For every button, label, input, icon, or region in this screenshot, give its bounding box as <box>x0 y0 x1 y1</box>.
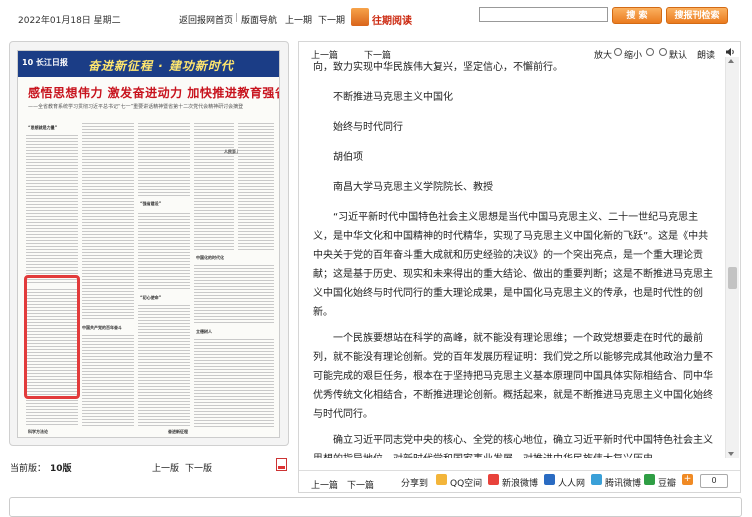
separator: | <box>235 13 239 23</box>
next-page-link[interactable]: 下一版 <box>185 461 212 474</box>
zoom-out-radio[interactable] <box>646 48 654 56</box>
block-head: 中国化的时代化 <box>196 255 224 260</box>
selected-article-highlight[interactable] <box>24 275 80 399</box>
site-search-button[interactable]: 搜报刊检索 <box>666 7 728 24</box>
article-subtitle: 不断推进马克思主义中国化 <box>333 92 453 103</box>
douban-icon[interactable] <box>644 474 655 485</box>
search-input[interactable] <box>479 7 608 22</box>
text-column[interactable] <box>138 121 190 197</box>
zoom-default-radio[interactable] <box>659 48 667 56</box>
current-page-value: 10版 <box>50 464 72 474</box>
share-tencent-weibo[interactable]: 腾讯微博 <box>605 476 641 489</box>
text-column[interactable] <box>238 121 274 251</box>
article-paragraph: 向，致力实现中华民族伟大复兴，坚定信心，不懈前行。 <box>313 62 563 73</box>
divider <box>299 470 740 471</box>
scroll-thumb[interactable] <box>728 267 737 289</box>
block-head: 科学方法论 <box>28 429 48 434</box>
share-douban[interactable]: 豆瓣 <box>658 476 676 489</box>
page-headline: 感悟思想伟力 激发奋进动力 加快推进教育强省建设 <box>28 86 279 100</box>
current-page-label: 当前版： <box>10 464 47 474</box>
pdf-icon[interactable] <box>276 458 287 471</box>
bottom-prev-article-link[interactable]: 上一篇 <box>311 478 338 491</box>
text-column[interactable] <box>194 337 274 428</box>
share-renren[interactable]: 人人网 <box>558 476 585 489</box>
qzone-icon[interactable] <box>436 474 447 485</box>
share-label: 分享到 <box>401 479 429 489</box>
block-head: “强省建设” <box>140 201 162 206</box>
text-column[interactable] <box>82 121 134 321</box>
more-share-icon[interactable]: + <box>682 474 693 485</box>
renren-icon[interactable] <box>544 474 555 485</box>
text-column[interactable] <box>82 333 134 428</box>
history-reading-link[interactable]: 往期阅读 <box>372 12 412 27</box>
share-count: 0 <box>700 474 728 488</box>
home-link[interactable]: 返回报网首页 <box>179 13 233 26</box>
article-paragraph: 确立习近平同志党中央的核心、全党的核心地位，确立习近平新时代中国特色社会主义思想… <box>313 435 713 458</box>
page-nav-link[interactable]: 版面导航 <box>241 13 277 26</box>
share-weibo[interactable]: 新浪微博 <box>502 476 538 489</box>
calendar-icon[interactable] <box>351 8 369 26</box>
block-head: 奋进新征程 <box>168 429 188 434</box>
page-subheadline: ——全省教育系统学习贯彻习近平总书记“七一”重要讲话精神暨省第十二次党代会精神研… <box>28 104 244 109</box>
current-page-indicator: 当前版： 10版 <box>10 461 72 474</box>
issue-date: 2022年01月18日 星期二 <box>18 16 121 26</box>
article-paragraph: “习近平新时代中国特色社会主义思想是当代中国马克思主义、二十一世纪马克思主义，是… <box>313 212 713 318</box>
footer <box>9 497 742 517</box>
scroll-up-icon[interactable] <box>728 59 734 63</box>
block-head: “初心使命” <box>140 295 162 300</box>
block-head: 中国共产党的百年奋斗 <box>82 325 122 330</box>
article-body: 向，致力实现中华民族伟大复兴，坚定信心，不懈前行。 不断推进马克思主义中国化 始… <box>313 58 713 458</box>
text-column[interactable] <box>138 211 190 291</box>
article-author-title: 南昌大学马克思主义学院院长、教授 <box>333 182 493 193</box>
text-column[interactable] <box>194 263 274 323</box>
share-qzone[interactable]: QQ空间 <box>450 476 482 489</box>
search-button[interactable]: 搜 索 <box>612 7 662 24</box>
prev-issue-link[interactable]: 上一期 <box>285 13 312 26</box>
article-paragraph: 一个民族要想站在科学的高峰，就不能没有理论思维；一个政党想要走在时代的最前列，就… <box>313 333 713 420</box>
zoom-in-radio[interactable] <box>614 48 622 56</box>
weibo-icon[interactable] <box>488 474 499 485</box>
block-head: “思想就是力量” <box>28 125 58 130</box>
speaker-icon[interactable] <box>725 47 735 57</box>
next-issue-link[interactable]: 下一期 <box>318 13 345 26</box>
text-column[interactable] <box>194 121 234 251</box>
scroll-down-icon[interactable] <box>728 452 734 456</box>
block-head: 立德树人 <box>196 329 212 334</box>
text-column[interactable] <box>26 133 78 283</box>
article-author: 胡伯项 <box>333 152 363 163</box>
text-column[interactable] <box>138 303 190 428</box>
tencent-weibo-icon[interactable] <box>591 474 602 485</box>
banner-title: 奋进新征程 · 建功新时代 <box>88 59 234 73</box>
page-banner: 10 长江日报 奋进新征程 · 建功新时代 <box>18 51 279 77</box>
prev-page-link[interactable]: 上一版 <box>152 461 179 474</box>
article-scrollbar[interactable] <box>725 57 739 458</box>
page-badge: 10 长江日报 <box>22 58 68 67</box>
article-subtitle: 始终与时代同行 <box>333 122 403 133</box>
bottom-next-article-link[interactable]: 下一篇 <box>347 478 374 491</box>
